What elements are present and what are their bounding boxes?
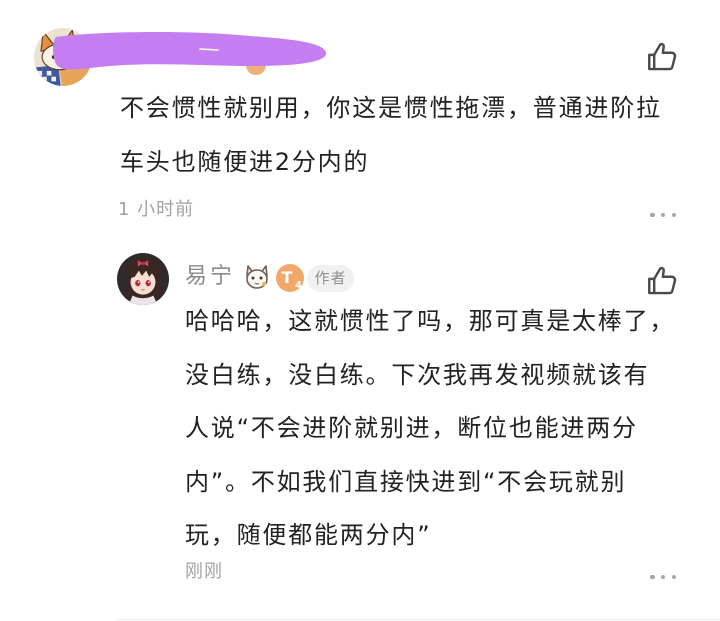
author-tag: 作者: [307, 265, 354, 292]
more-dots-icon: [660, 574, 666, 580]
level-badge: T 4: [276, 264, 304, 292]
comment-thread: 不会惯性就别用，你这是惯性拖漂，普通进阶拉 车头也随便进2分内的 1 小时前 易: [0, 0, 720, 621]
purple-scribble-icon: [53, 31, 327, 70]
thumbs-up-icon: [648, 42, 677, 71]
comment-text-line: 不会惯性就别用，你这是惯性拖漂，普通进阶拉: [120, 94, 662, 122]
more-dots-icon: [671, 574, 676, 580]
replier-username[interactable]: 易宁: [185, 263, 235, 291]
username-redaction-scribble: [40, 22, 340, 78]
anime-girl-avatar-icon: [117, 253, 169, 305]
reply-text-line: 没白练，没白练。下次我再发视频就该有: [185, 360, 650, 389]
comment-like-button[interactable]: [645, 40, 679, 74]
reply-text-line: 内”。不如我们直接快进到“不会玩就别: [185, 467, 627, 496]
more-dots-icon: [671, 212, 676, 218]
fan-badge: [242, 262, 272, 292]
more-dots-icon: [650, 574, 655, 580]
reply-like-button[interactable]: [645, 264, 679, 298]
reply-text-line: 人说“不会进阶就别进，断位也能进两分: [185, 414, 638, 442]
reply-body: 哈哈哈，这就惯性了吗，那可真是太棒了， 没白练，没白练。下次我再发视频就该有 人…: [185, 295, 675, 563]
cartoon-fan-badge-icon: [246, 265, 268, 289]
more-dots-icon: [660, 212, 666, 218]
replier-avatar[interactable]: [117, 253, 169, 305]
reply-text-line: 哈哈哈，这就惯性了吗，那可真是太棒了，: [185, 307, 676, 335]
reply-timestamp: 刚刚: [185, 561, 223, 582]
thumbs-up-icon: [648, 266, 677, 295]
reply-more-button[interactable]: [650, 572, 676, 582]
comment-text-line: 车头也随便进2分内的: [120, 148, 370, 176]
more-dots-icon: [650, 212, 655, 218]
comment-more-button[interactable]: [650, 210, 676, 220]
reply-text-line: 玩，随便都能两分内”: [185, 521, 432, 549]
level-badge-number: 4: [295, 280, 302, 291]
comment-body: 不会惯性就别用，你这是惯性拖漂，普通进阶拉 车头也随便进2分内的: [120, 81, 662, 189]
thread-divider: [118, 619, 720, 620]
comment-timestamp: 1 小时前: [118, 199, 195, 220]
